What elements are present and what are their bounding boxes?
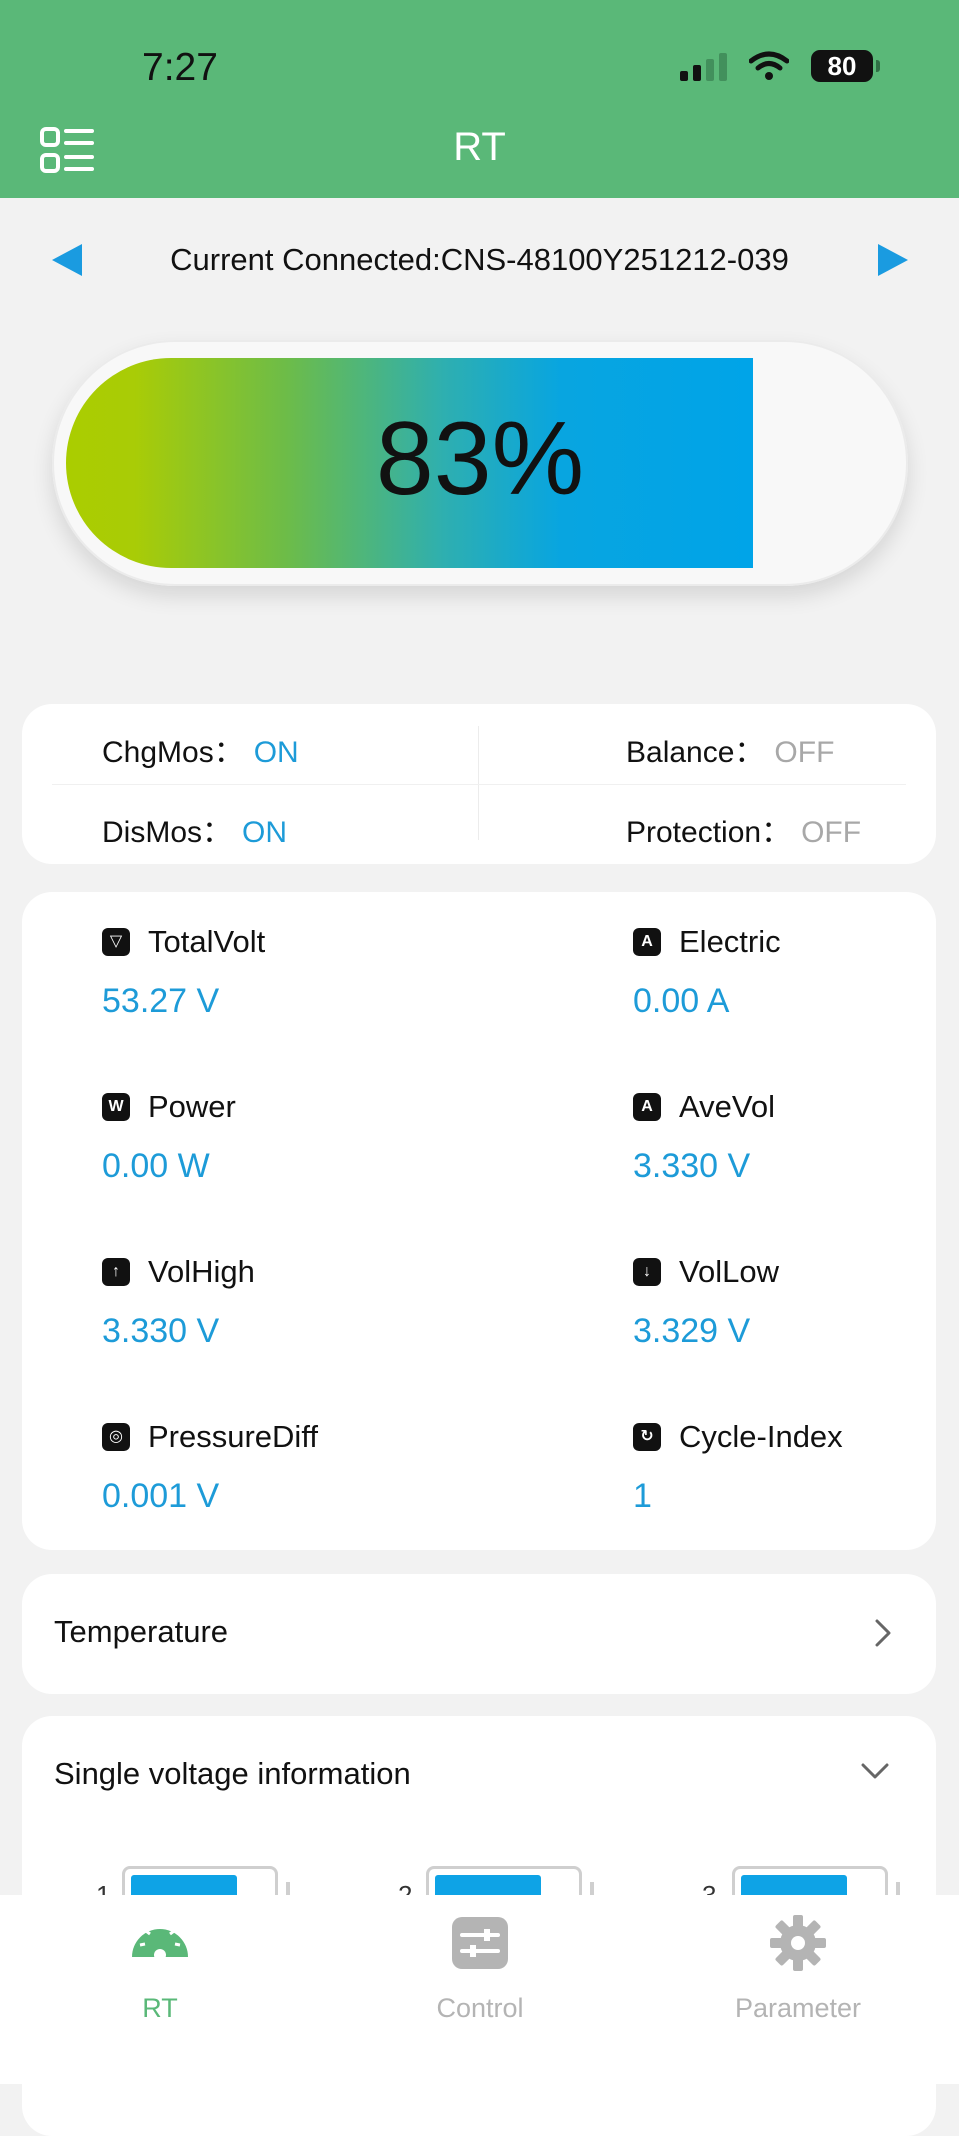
tab-control[interactable]: Control [380, 1895, 580, 2055]
protection-value: OFF [801, 816, 862, 849]
next-device-arrow-icon[interactable] [872, 240, 912, 280]
metric-vol-high: ↑ VolHigh 3.330 V [102, 1254, 482, 1351]
average-icon: A [633, 1093, 661, 1121]
metric-label: Power [148, 1089, 236, 1124]
app-header: 7:27 80 RT [0, 0, 959, 198]
balance-value: OFF [774, 736, 835, 769]
metric-value: 3.330 V [102, 1312, 220, 1350]
tab-parameter[interactable]: Parameter [698, 1895, 898, 2055]
protection-label: Protection： [626, 816, 792, 849]
metric-value: 3.330 V [633, 1147, 751, 1185]
metric-ave-vol: A AveVol 3.330 V [633, 1089, 959, 1186]
status-indicators: 80 [680, 50, 880, 82]
tab-label: Control [436, 1993, 524, 2023]
metric-label: AveVol [679, 1089, 775, 1124]
chgmos-value: ON [253, 736, 299, 769]
signal-icon [680, 51, 727, 81]
connection-row: Current Connected:CNS-48100Y251212-039 [0, 232, 959, 292]
low-voltage-icon: ↓ [633, 1258, 661, 1286]
metric-value: 0.00 W [102, 1147, 210, 1185]
tab-label: Parameter [734, 1993, 862, 2023]
divider [478, 726, 479, 840]
temperature-row[interactable]: Temperature [22, 1574, 936, 1694]
high-voltage-icon: ↑ [102, 1258, 130, 1286]
chgmos-label: ChgMos： [102, 736, 244, 769]
metric-power: W Power 0.00 W [102, 1089, 482, 1186]
battery-icon: 80 [811, 50, 880, 82]
metric-total-volt: ▽ TotalVolt 53.27 V [102, 924, 482, 1021]
metric-value: 1 [633, 1477, 652, 1515]
sliders-icon [452, 1917, 508, 1969]
soc-percentage: 83% [375, 401, 585, 517]
gauge-icon [132, 1924, 188, 1963]
chevron-down-icon[interactable] [860, 1756, 890, 1786]
chevron-right-icon [875, 1619, 891, 1647]
dismos-value: ON [242, 816, 288, 849]
gear-icon [770, 1915, 826, 1971]
metric-cycle-index: ↻ Cycle-Index 1 [633, 1419, 959, 1516]
tab-label: RT [142, 1993, 178, 2023]
temperature-title: Temperature [54, 1614, 229, 1649]
chgmos-status: ChgMos： ON [102, 727, 299, 771]
balance-status: Balance： OFF [626, 727, 834, 771]
pressure-diff-icon: ◎ [102, 1423, 130, 1451]
dismos-status: DisMos： ON [102, 807, 287, 851]
metric-vol-low: ↓ VolLow 3.329 V [633, 1254, 959, 1351]
metric-value: 0.00 A [633, 982, 730, 1020]
protection-status: Protection： OFF [626, 807, 861, 851]
wifi-icon [749, 51, 789, 80]
metric-label: Cycle-Index [679, 1419, 843, 1454]
metric-label: TotalVolt [148, 924, 266, 959]
metric-label: Electric [679, 924, 781, 959]
metric-electric: A Electric 0.00 A [633, 924, 959, 1021]
divider [52, 784, 906, 785]
metric-pressure-diff: ◎ PressureDiff 0.001 V [102, 1419, 482, 1516]
metric-label: VolHigh [148, 1254, 255, 1289]
connection-label: Current Connected:CNS-48100Y251212-039 [170, 242, 789, 277]
status-time: 7:27 [142, 46, 218, 89]
cycle-icon: ↻ [633, 1423, 661, 1451]
metric-value: 3.329 V [633, 1312, 751, 1350]
power-icon: W [102, 1093, 130, 1121]
current-icon: A [633, 928, 661, 956]
dismos-label: DisMos： [102, 816, 233, 849]
mos-status-card: ChgMos： ON DisMos： ON Balance： OFF Protecti… [22, 704, 936, 864]
tab-rt[interactable]: RT [60, 1895, 260, 2055]
page-title: RT [453, 125, 506, 169]
balance-label: Balance： [626, 736, 765, 769]
metric-label: VolLow [679, 1254, 779, 1289]
metric-value: 0.001 V [102, 1477, 220, 1515]
soc-battery-bar: 83% [52, 340, 908, 586]
voltage-icon: ▽ [102, 928, 130, 956]
metrics-card: ▽ TotalVolt 53.27 V A Electric 0.00 A W Pow… [22, 892, 936, 1550]
single-voltage-title: Single voltage information [54, 1756, 411, 1791]
metric-value: 53.27 V [102, 982, 220, 1020]
bottom-tab-bar: RT Control Parameter [0, 1895, 959, 2084]
metric-label: PressureDiff [148, 1419, 318, 1454]
